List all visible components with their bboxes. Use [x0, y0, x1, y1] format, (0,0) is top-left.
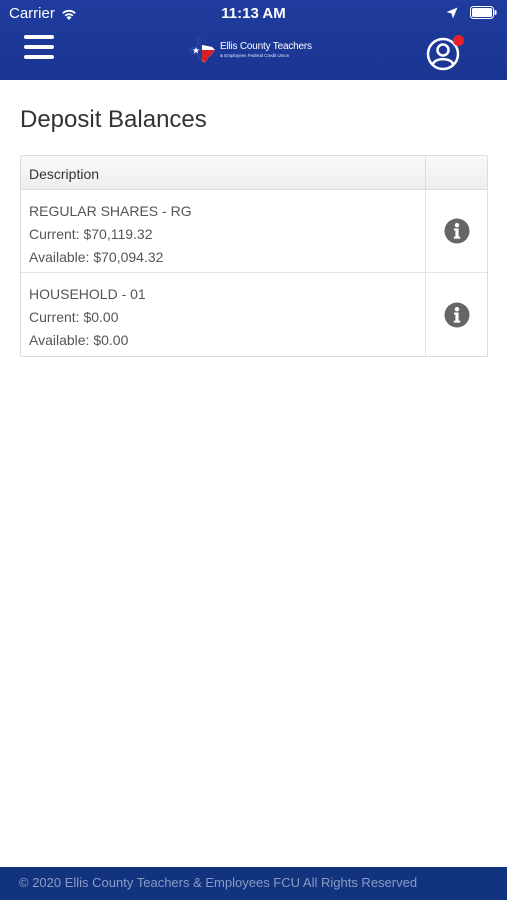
battery-icon [470, 6, 497, 19]
table-row[interactable]: REGULAR SHARES - RG Current: $70,119.32 … [21, 190, 487, 273]
available-balance: Available: $0.00 [29, 332, 129, 348]
deposit-balances-table: Description REGULAR SHARES - RG Current:… [20, 155, 488, 357]
footer: © 2020 Ellis County Teachers & Employees… [0, 867, 507, 900]
account-name: REGULAR SHARES - RG [29, 203, 192, 219]
user-profile-button[interactable] [426, 35, 464, 71]
notification-dot [453, 35, 464, 46]
info-icon[interactable] [444, 218, 470, 244]
texas-flag-logo [189, 37, 215, 63]
copyright-text: © 2020 Ellis County Teachers & Employees… [19, 875, 418, 890]
current-balance: Current: $70,119.32 [29, 226, 153, 242]
current-balance: Current: $0.00 [29, 309, 119, 325]
logo-title: Ellis County Teachers [220, 40, 312, 52]
account-details: HOUSEHOLD - 01 Current: $0.00 Available:… [21, 273, 425, 356]
logo-subtitle: & Employees Federal Credit Union [220, 52, 290, 58]
status-icons [446, 6, 497, 19]
table-row[interactable]: HOUSEHOLD - 01 Current: $0.00 Available:… [21, 273, 487, 356]
account-name: HOUSEHOLD - 01 [29, 286, 146, 302]
logo-text: Ellis County Teachers & Employees Federa… [220, 40, 312, 59]
hamburger-menu-icon[interactable] [24, 35, 54, 61]
table-header: Description [21, 156, 487, 190]
status-bar: Carrier 11:13 AM [0, 0, 507, 28]
column-header-description: Description [29, 166, 100, 182]
clock: 11:13 AM [221, 5, 286, 22]
column-header-actions [425, 156, 487, 189]
app-header: Carrier 11:13 AM Ellis County Teachers &… [0, 0, 507, 80]
info-icon[interactable] [444, 302, 470, 328]
credit-union-logo: Ellis County Teachers & Employees Federa… [188, 34, 324, 66]
location-arrow-icon [446, 7, 458, 18]
account-actions [425, 273, 487, 356]
available-balance: Available: $70,094.32 [29, 249, 164, 265]
account-actions [425, 190, 487, 272]
account-details: REGULAR SHARES - RG Current: $70,119.32 … [21, 190, 425, 272]
page-title: Deposit Balances [20, 106, 207, 133]
